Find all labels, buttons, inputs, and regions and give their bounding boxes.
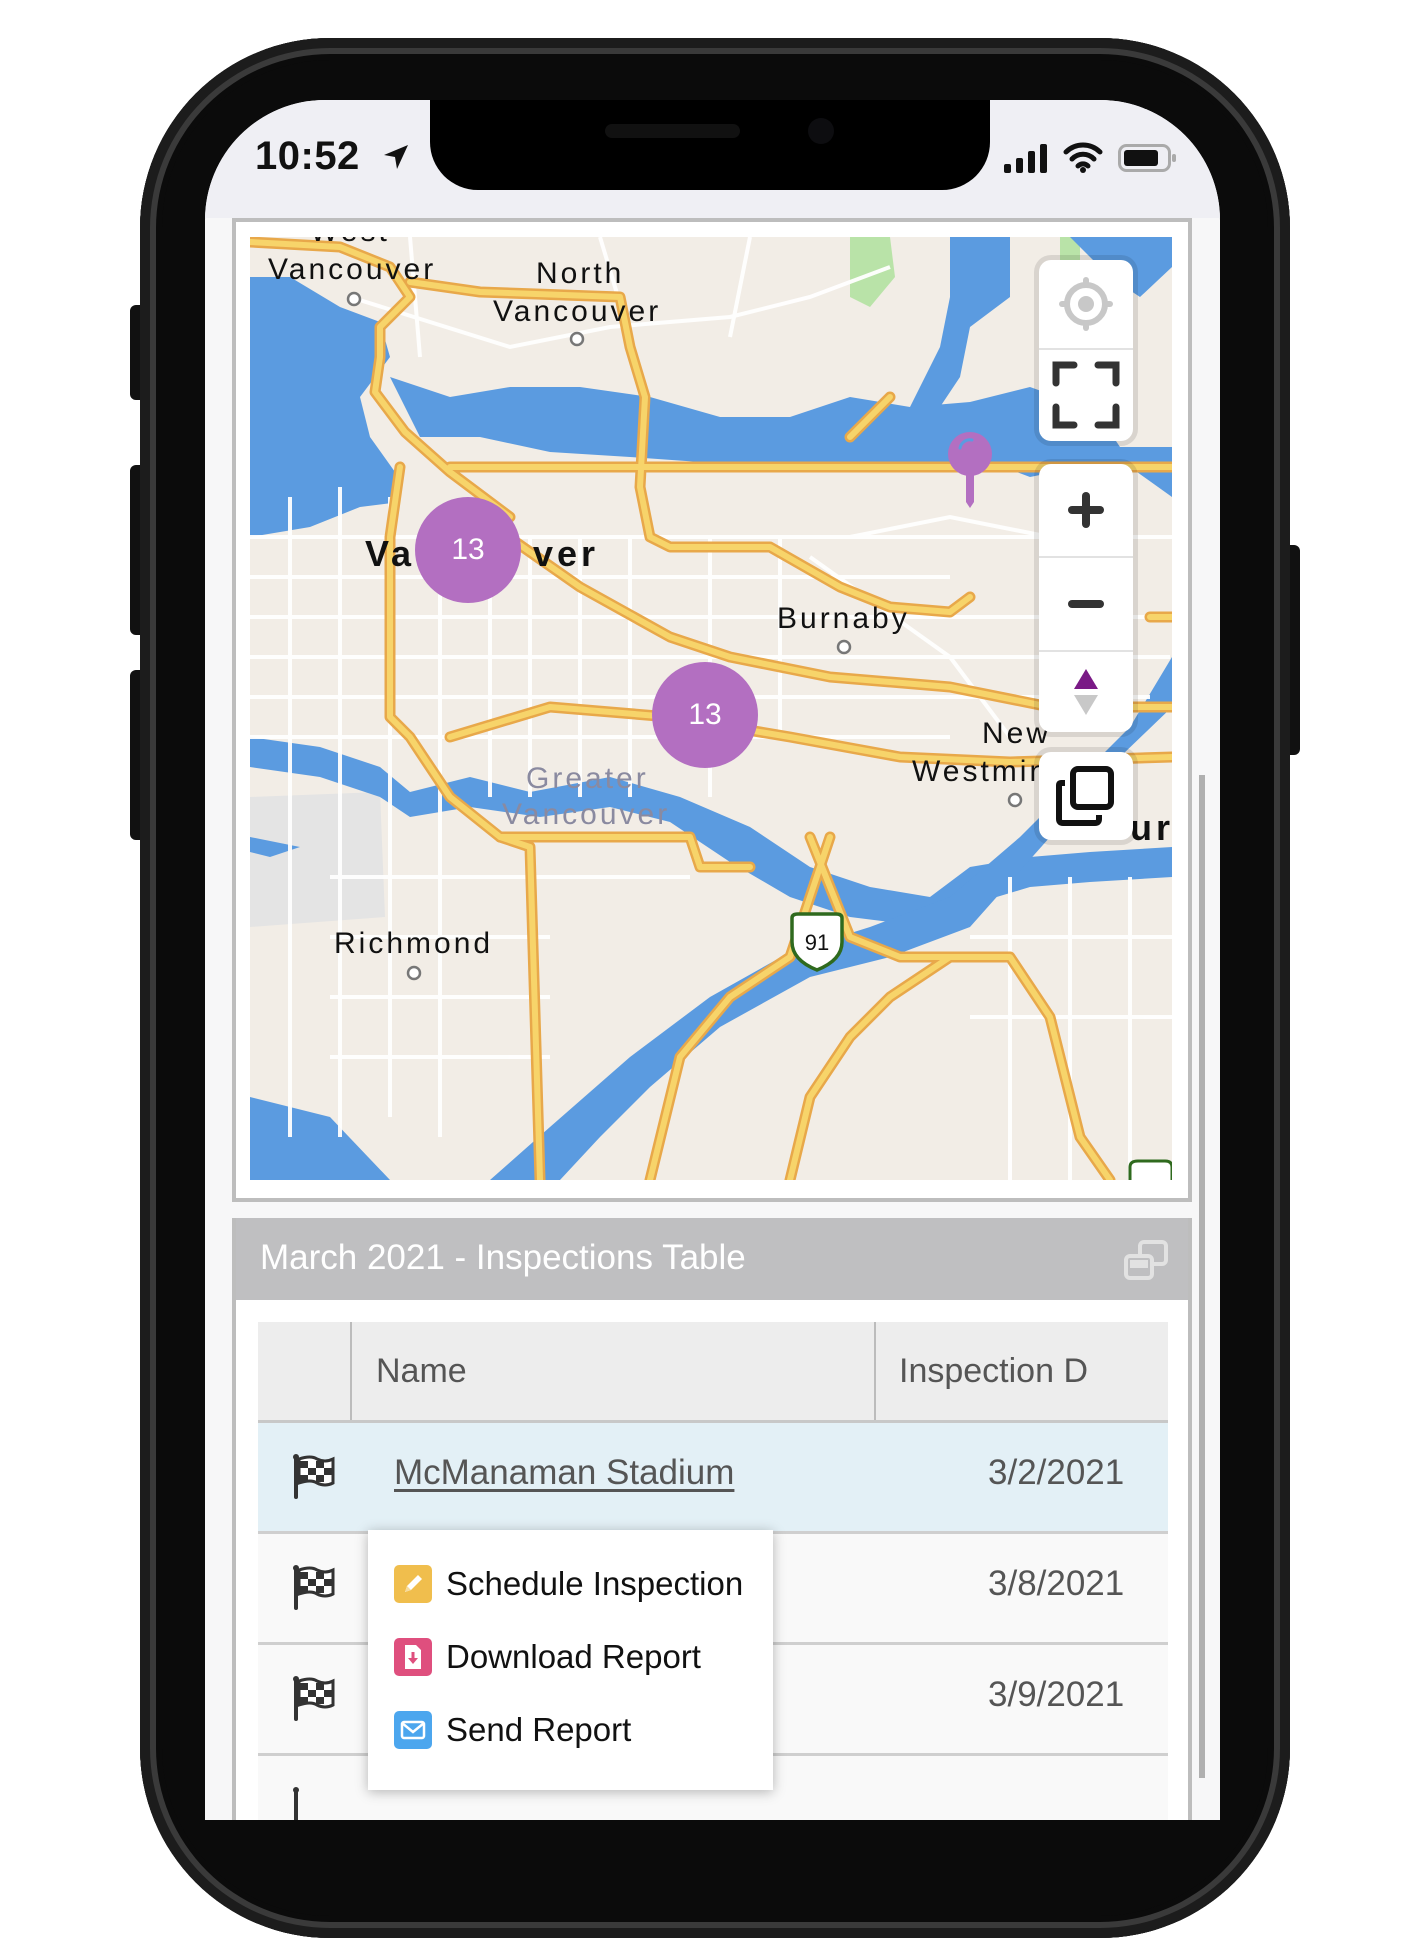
column-header-inspection-date[interactable]: Inspection D xyxy=(899,1322,1168,1420)
map-zoom-controls xyxy=(1039,464,1133,732)
map-label-west-vancouver-top: West xyxy=(310,237,390,249)
column-divider xyxy=(350,1322,352,1420)
status-time: 10:52 xyxy=(255,134,360,178)
map-label-burnaby: Burnaby xyxy=(777,602,910,635)
fullscreen-button[interactable] xyxy=(1039,350,1133,440)
map-pin-marker[interactable] xyxy=(944,430,996,510)
location-arrow-icon xyxy=(384,145,408,169)
wifi-icon xyxy=(1063,142,1103,173)
cluster-marker-burnaby[interactable]: 13 xyxy=(652,662,758,768)
row-name-link[interactable]: McManaman Stadium xyxy=(394,1453,734,1493)
checkered-flag-icon xyxy=(293,1565,335,1610)
minus-icon xyxy=(1068,600,1104,608)
menu-item-label: Download Report xyxy=(446,1638,701,1675)
checkered-flag-icon xyxy=(293,1787,299,1820)
layers-button[interactable] xyxy=(1039,752,1133,840)
file-download-icon xyxy=(394,1638,432,1676)
menu-item-schedule-inspection[interactable]: Schedule Inspection xyxy=(394,1554,743,1614)
status-bar: 10:52 xyxy=(205,100,1220,218)
notch xyxy=(430,100,990,190)
row-inspection-date: 3/8/2021 xyxy=(988,1564,1125,1603)
locate-icon xyxy=(1059,277,1113,331)
pencil-icon xyxy=(394,1565,432,1603)
row-inspection-date: 3/2/2021 xyxy=(988,1453,1125,1492)
map-view-controls xyxy=(1039,260,1133,441)
menu-item-label: Send Report xyxy=(446,1711,632,1748)
envelope-icon xyxy=(394,1711,432,1749)
layers-icon xyxy=(1056,766,1114,826)
layers-control xyxy=(1039,752,1133,840)
table-row[interactable]: McManaman Stadium 3/2/2021 xyxy=(258,1423,1168,1534)
battery-icon xyxy=(1118,144,1176,172)
map-label-new-westminster-2: Westmin xyxy=(912,755,1050,788)
table-header-row: Name Inspection D xyxy=(258,1322,1168,1423)
map-label-greater-vancouver-1: Greater xyxy=(526,762,649,795)
panel-header: March 2021 - Inspections Table xyxy=(236,1218,1188,1300)
locate-button[interactable] xyxy=(1039,260,1133,348)
map-label-surrey-partial: ur xyxy=(1130,807,1172,848)
row-inspection-date: 3/9/2021 xyxy=(988,1675,1125,1714)
menu-item-send-report[interactable]: Send Report xyxy=(394,1700,631,1760)
route-91-shield: 91 xyxy=(788,912,846,972)
map-label-richmond: Richmond xyxy=(334,927,494,960)
fullscreen-icon xyxy=(1052,361,1120,429)
panel-title: March 2021 - Inspections Table xyxy=(260,1238,746,1277)
compass-icon xyxy=(1074,669,1098,715)
column-header-flag xyxy=(258,1322,350,1420)
map-view[interactable]: West Vancouver North Vancouver Va ver Bu… xyxy=(250,237,1172,1180)
map-label-north-vancouver-2: Vancouver xyxy=(493,295,662,328)
row-context-menu: Schedule Inspection Download Report Send… xyxy=(368,1530,773,1790)
menu-item-download-report[interactable]: Download Report xyxy=(394,1627,701,1687)
column-header-name[interactable]: Name xyxy=(376,1322,856,1420)
checkered-flag-icon xyxy=(293,1676,335,1721)
map-label-greater-vancouver-2: Vancouver xyxy=(502,798,671,831)
cluster-marker-vancouver[interactable]: 13 xyxy=(415,497,521,603)
map-label-west-vancouver: Vancouver xyxy=(268,253,437,286)
checkered-flag-icon xyxy=(293,1454,335,1499)
page-scrollbar[interactable] xyxy=(1199,775,1205,1778)
map-label-vancouver-right: ver xyxy=(533,533,600,574)
map-card: West Vancouver North Vancouver Va ver Bu… xyxy=(232,218,1192,1202)
front-camera xyxy=(808,118,834,144)
map-label-north-vancouver-1: North xyxy=(536,257,625,290)
menu-item-label: Schedule Inspection xyxy=(446,1565,744,1602)
expand-panel-icon[interactable] xyxy=(1124,1240,1168,1280)
compass-button[interactable] xyxy=(1039,652,1133,732)
speaker-grille xyxy=(605,124,740,138)
column-divider xyxy=(874,1322,876,1420)
route-91-label: 91 xyxy=(804,930,830,955)
zoom-out-button[interactable] xyxy=(1039,558,1133,650)
cellular-signal-icon xyxy=(1004,144,1047,173)
zoom-in-button[interactable] xyxy=(1039,464,1133,556)
plus-icon xyxy=(1068,492,1104,528)
map-label-vancouver-left: Va xyxy=(365,533,416,574)
